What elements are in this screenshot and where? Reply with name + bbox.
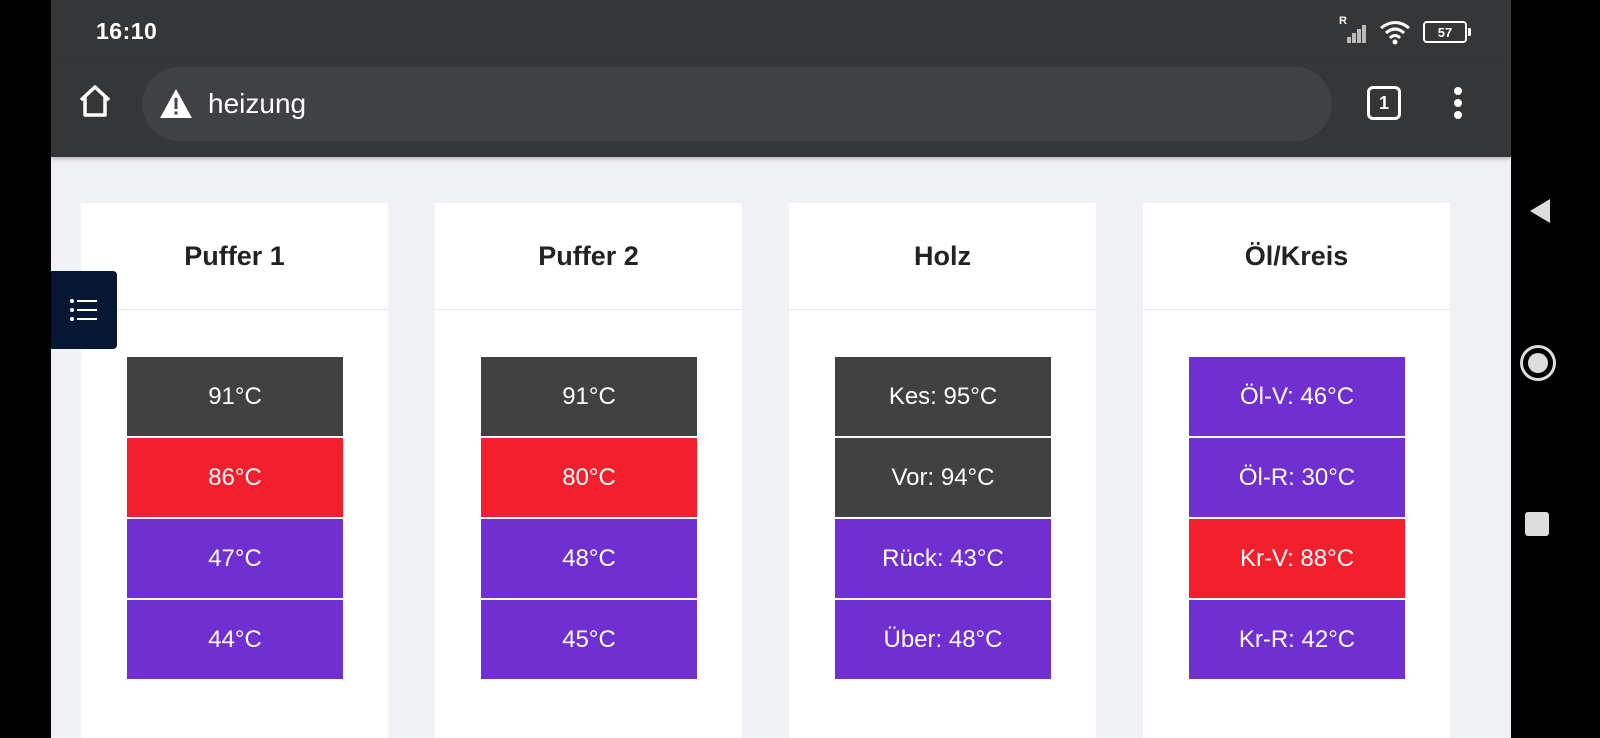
temperature-cell: 91°C (481, 357, 697, 436)
signal-icon: R (1339, 15, 1367, 45)
url-text: heizung (208, 88, 307, 119)
card-title: Öl/Kreis (1143, 203, 1450, 310)
card-title: Puffer 2 (435, 203, 742, 310)
signal-bar (1357, 29, 1361, 43)
more-vert-icon[interactable] (1443, 83, 1473, 123)
temperature-cell: Kr-R: 42°C (1189, 600, 1405, 679)
card-title: Holz (789, 203, 1096, 310)
menu-dot (1454, 87, 1462, 95)
list-icon (70, 299, 97, 321)
recents-icon[interactable] (1525, 512, 1549, 536)
battery-icon: 57 (1423, 21, 1471, 43)
temperature-cell: 91°C (127, 357, 343, 436)
signal-bar (1352, 33, 1356, 43)
sensor-card: Öl/Kreis Öl-V: 46°C Öl-R: 30°C Kr-V: 88°C Kr… (1143, 203, 1450, 738)
temperature-stack: Kes: 95°C Vor: 94°C Rück: 43°C Über: 48°C (835, 357, 1051, 681)
temperature-cell: Über: 48°C (835, 600, 1051, 679)
home-icon (79, 85, 111, 117)
home-button[interactable] (75, 81, 115, 121)
signal-roaming-label: R (1339, 15, 1347, 27)
sensor-card: Holz Kes: 95°C Vor: 94°C Rück: 43°C Über: 48… (789, 203, 1096, 738)
status-time: 16:10 (96, 18, 158, 44)
temperature-cell: Öl-V: 46°C (1189, 357, 1405, 436)
status-icons: R 57 (1339, 15, 1471, 46)
dashboard: Puffer 1 91°C 86°C 47°C 44°C Puffer 2 91°C 80°C… (51, 157, 1511, 738)
menu-dot (1454, 111, 1462, 119)
temperature-cell: Rück: 43°C (835, 519, 1051, 598)
temperature-stack: Öl-V: 46°C Öl-R: 30°C Kr-V: 88°C Kr-R: 42°C (1189, 357, 1405, 681)
battery-level: 57 (1437, 24, 1453, 40)
temperature-cell: 45°C (481, 600, 697, 679)
status-bar: 16:10 R 57 (51, 0, 1511, 63)
temperature-stack: 91°C 80°C 48°C 45°C (481, 357, 697, 681)
temperature-cell: Kr-V: 88°C (1189, 519, 1405, 598)
url-bar[interactable]: heizung (142, 67, 1332, 141)
temperature-cell: 86°C (127, 438, 343, 517)
temperature-cell: 80°C (481, 438, 697, 517)
browser-toolbar: heizung 1 (51, 63, 1511, 157)
warning-icon (160, 89, 192, 118)
temperature-cell: Vor: 94°C (835, 438, 1051, 517)
screen: 16:10 R 57 heizung 1 Puffer 1 91°C 86°C … (51, 0, 1511, 738)
wifi-icon (1380, 21, 1410, 45)
signal-bar (1362, 25, 1366, 43)
temperature-stack: 91°C 86°C 47°C 44°C (127, 357, 343, 681)
card-title: Puffer 1 (81, 203, 388, 310)
temperature-cell: 44°C (127, 600, 343, 679)
sensor-card: Puffer 2 91°C 80°C 48°C 45°C (435, 203, 742, 738)
menu-dot (1454, 99, 1462, 107)
signal-bar (1347, 37, 1351, 43)
tab-count: 1 (1378, 92, 1389, 113)
android-nav-bar (1511, 0, 1600, 738)
home-circle-icon[interactable] (1520, 345, 1556, 381)
tabs-button[interactable]: 1 (1367, 86, 1401, 120)
temperature-cell: Öl-R: 30°C (1189, 438, 1405, 517)
sensor-card: Puffer 1 91°C 86°C 47°C 44°C (81, 203, 388, 738)
temperature-cell: 48°C (481, 519, 697, 598)
back-icon[interactable] (1526, 196, 1556, 226)
temperature-cell: 47°C (127, 519, 343, 598)
temperature-cell: Kes: 95°C (835, 357, 1051, 436)
sidebar-toggle-button[interactable] (51, 271, 117, 349)
